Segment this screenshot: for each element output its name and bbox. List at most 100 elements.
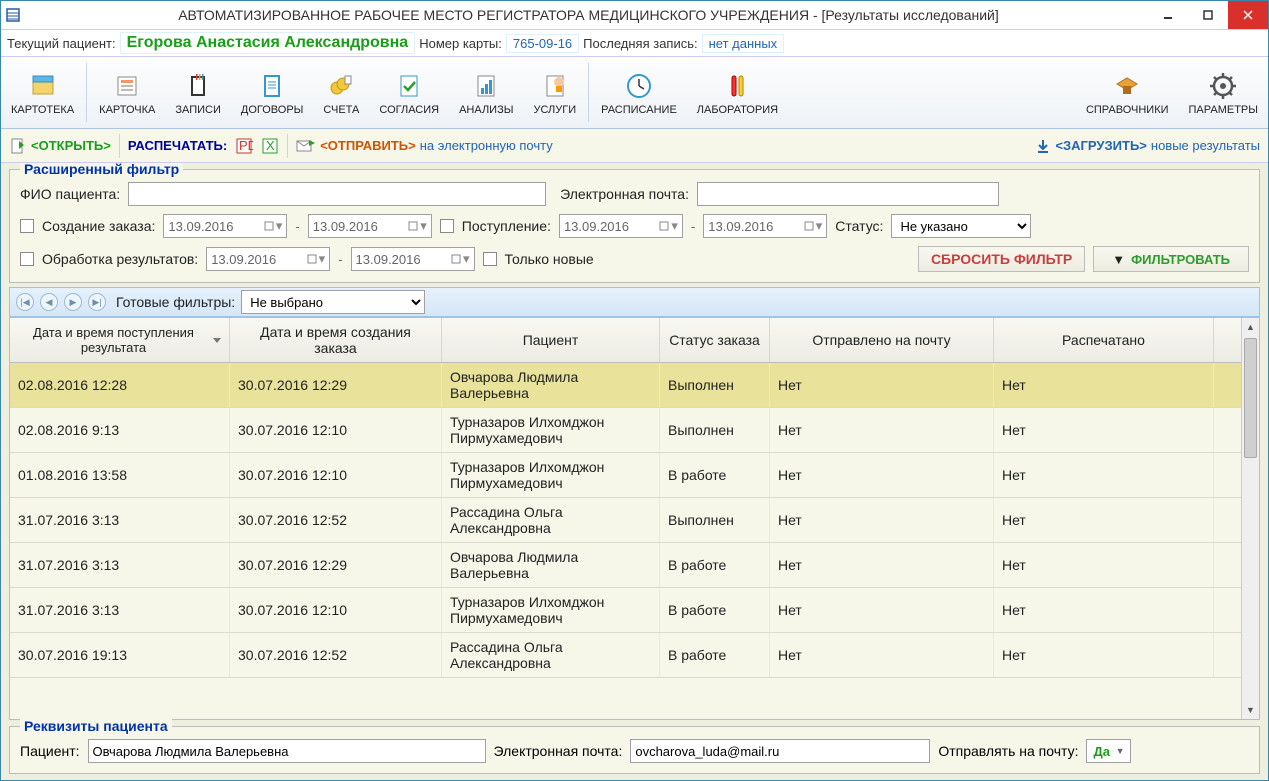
table-row[interactable]: 02.08.2016 12:2830.07.2016 12:29Овчарова… [10, 363, 1241, 408]
details-email-input[interactable] [630, 739, 930, 763]
ribbon-scheta[interactable]: СЧЕТА [313, 57, 369, 128]
status-select[interactable]: Не указано [891, 214, 1031, 238]
preset-bar: |◀ ◀ ▶ ▶| Готовые фильтры: Не выбрано [9, 287, 1260, 317]
card-number[interactable]: 765-09-16 [506, 34, 579, 53]
cell-received: 02.08.2016 9:13 [10, 408, 230, 452]
cell-received: 01.08.2016 13:58 [10, 453, 230, 497]
cell-printed: Нет [994, 363, 1214, 407]
reset-filter-button[interactable]: СБРОСИТЬ ФИЛЬТР [918, 246, 1085, 272]
ribbon-dogovory[interactable]: ДОГОВОРЫ [231, 57, 314, 128]
cell-sent: Нет [770, 408, 994, 452]
ribbon-kartochka[interactable]: КАРТОЧКА [89, 57, 165, 128]
scroll-down-icon[interactable]: ▼ [1242, 701, 1259, 719]
window-title: АВТОМАТИЗИРОВАННОЕ РАБОЧЕЕ МЕСТО РЕГИСТР… [29, 7, 1148, 23]
created-checkbox[interactable] [20, 219, 34, 233]
cell-status: В работе [660, 453, 770, 497]
schedule-icon [623, 70, 655, 102]
last-record-value[interactable]: нет данных [702, 34, 785, 53]
scroll-up-icon[interactable]: ▲ [1242, 318, 1259, 336]
chevron-down-icon: ▼ [1116, 746, 1125, 756]
ribbon-zapisi[interactable]: ЗАПИСИ [165, 57, 231, 128]
received-checkbox[interactable] [440, 219, 454, 233]
table-row[interactable]: 31.07.2016 3:1330.07.2016 12:29Овчарова … [10, 543, 1241, 588]
fio-input[interactable] [128, 182, 546, 206]
details-email-label: Электронная почта: [494, 743, 623, 759]
gear-icon [1207, 70, 1239, 102]
window-buttons [1148, 1, 1268, 29]
table-row[interactable]: 30.07.2016 19:1330.07.2016 12:52Рассадин… [10, 633, 1241, 678]
ribbon-uslugi[interactable]: УСЛУГИ [523, 57, 586, 128]
ribbon-soglasiya[interactable]: СОГЛАСИЯ [369, 57, 449, 128]
created-from-date[interactable]: 13.09.2016▾ [163, 214, 287, 238]
processed-checkbox[interactable] [20, 252, 34, 266]
ribbon-label: ПАРАМЕТРЫ [1189, 104, 1258, 116]
processed-to-date[interactable]: 13.09.2016▾ [351, 247, 475, 271]
cell-sent: Нет [770, 633, 994, 677]
col-created[interactable]: Дата и время создания заказа [230, 318, 442, 362]
card-number-label: Номер карты: [419, 36, 502, 51]
details-legend: Реквизиты пациента [20, 718, 172, 734]
ribbon-label: ЛАБОРАТОРИЯ [697, 104, 778, 116]
current-patient-name[interactable]: Егорова Анастасия Александровна [120, 32, 416, 54]
received-label: Поступление: [462, 218, 551, 234]
col-status[interactable]: Статус заказа [660, 318, 770, 362]
col-sent[interactable]: Отправлено на почту [770, 318, 994, 362]
ribbon-spravochniki[interactable]: СПРАВОЧНИКИ [1076, 57, 1179, 128]
email-filter-input[interactable] [697, 182, 999, 206]
details-patient-input[interactable] [88, 739, 486, 763]
print-xls-button[interactable]: X [261, 137, 279, 155]
table-row[interactable]: 01.08.2016 13:5830.07.2016 12:10Турназар… [10, 453, 1241, 498]
patient-details-panel: Реквизиты пациента Пациент: Электронная … [9, 726, 1260, 774]
card-icon [111, 70, 143, 102]
results-grid: Дата и время поступления результата Дата… [9, 317, 1260, 720]
maximize-button[interactable] [1188, 1, 1228, 29]
ribbon-laboratoriya[interactable]: ЛАБОРАТОРИЯ [687, 57, 788, 128]
ribbon-raspisanie[interactable]: РАСПИСАНИЕ [591, 57, 687, 128]
nav-prev-button[interactable]: ◀ [40, 293, 58, 311]
cell-received: 02.08.2016 12:28 [10, 363, 230, 407]
last-record-label: Последняя запись: [583, 36, 697, 51]
received-from-date[interactable]: 13.09.2016▾ [559, 214, 683, 238]
sort-desc-icon [213, 338, 221, 343]
col-patient[interactable]: Пациент [442, 318, 660, 362]
ribbon-label: СЧЕТА [323, 104, 359, 116]
details-patient-label: Пациент: [20, 743, 80, 759]
cell-printed: Нет [994, 453, 1214, 497]
col-received[interactable]: Дата и время поступления результата [10, 318, 230, 362]
col-printed[interactable]: Распечатано [994, 318, 1214, 362]
table-row[interactable]: 31.07.2016 3:1330.07.2016 12:52Рассадина… [10, 498, 1241, 543]
download-icon [1035, 138, 1051, 154]
lab-icon [721, 70, 753, 102]
cell-received: 30.07.2016 19:13 [10, 633, 230, 677]
nav-last-button[interactable]: ▶| [88, 293, 106, 311]
print-pdf-button[interactable]: PDF [235, 137, 253, 155]
created-to-date[interactable]: 13.09.2016▾ [308, 214, 432, 238]
received-to-date[interactable]: 13.09.2016▾ [703, 214, 827, 238]
minimize-button[interactable] [1148, 1, 1188, 29]
calendar-icon [659, 221, 669, 231]
cell-status: В работе [660, 633, 770, 677]
ribbon-kartoteka[interactable]: КАРТОТЕКА [1, 57, 84, 128]
open-button[interactable]: <ОТКРЫТЬ> [9, 137, 111, 155]
processed-from-date[interactable]: 13.09.2016▾ [206, 247, 330, 271]
processed-label: Обработка результатов: [42, 251, 198, 267]
table-row[interactable]: 31.07.2016 3:1330.07.2016 12:10Турназаро… [10, 588, 1241, 633]
table-row[interactable]: 02.08.2016 9:1330.07.2016 12:10Турназаро… [10, 408, 1241, 453]
vertical-scrollbar[interactable]: ▲ ▼ [1241, 318, 1259, 719]
cell-sent: Нет [770, 363, 994, 407]
nav-first-button[interactable]: |◀ [16, 293, 34, 311]
email-label: Электронная почта: [560, 186, 689, 202]
ribbon-parametry[interactable]: ПАРАМЕТРЫ [1179, 57, 1268, 128]
apply-filter-button[interactable]: ▼ФИЛЬТРОВАТЬ [1093, 246, 1249, 272]
load-button[interactable]: <ЗАГРУЗИТЬ> новые результаты [1035, 138, 1260, 154]
onlynew-checkbox[interactable] [483, 252, 497, 266]
scroll-thumb[interactable] [1244, 338, 1257, 458]
close-button[interactable] [1228, 1, 1268, 29]
ribbon-analizy[interactable]: АНАЛИЗЫ [449, 57, 523, 128]
nav-next-button[interactable]: ▶ [64, 293, 82, 311]
ribbon-label: КАРТОЧКА [99, 104, 155, 116]
window: АВТОМАТИЗИРОВАННОЕ РАБОЧЕЕ МЕСТО РЕГИСТР… [0, 0, 1269, 781]
details-send-value[interactable]: Да▼ [1086, 739, 1131, 763]
send-button[interactable]: <ОТПРАВИТЬ> на электронную почту [296, 137, 553, 155]
preset-select[interactable]: Не выбрано [241, 290, 425, 314]
